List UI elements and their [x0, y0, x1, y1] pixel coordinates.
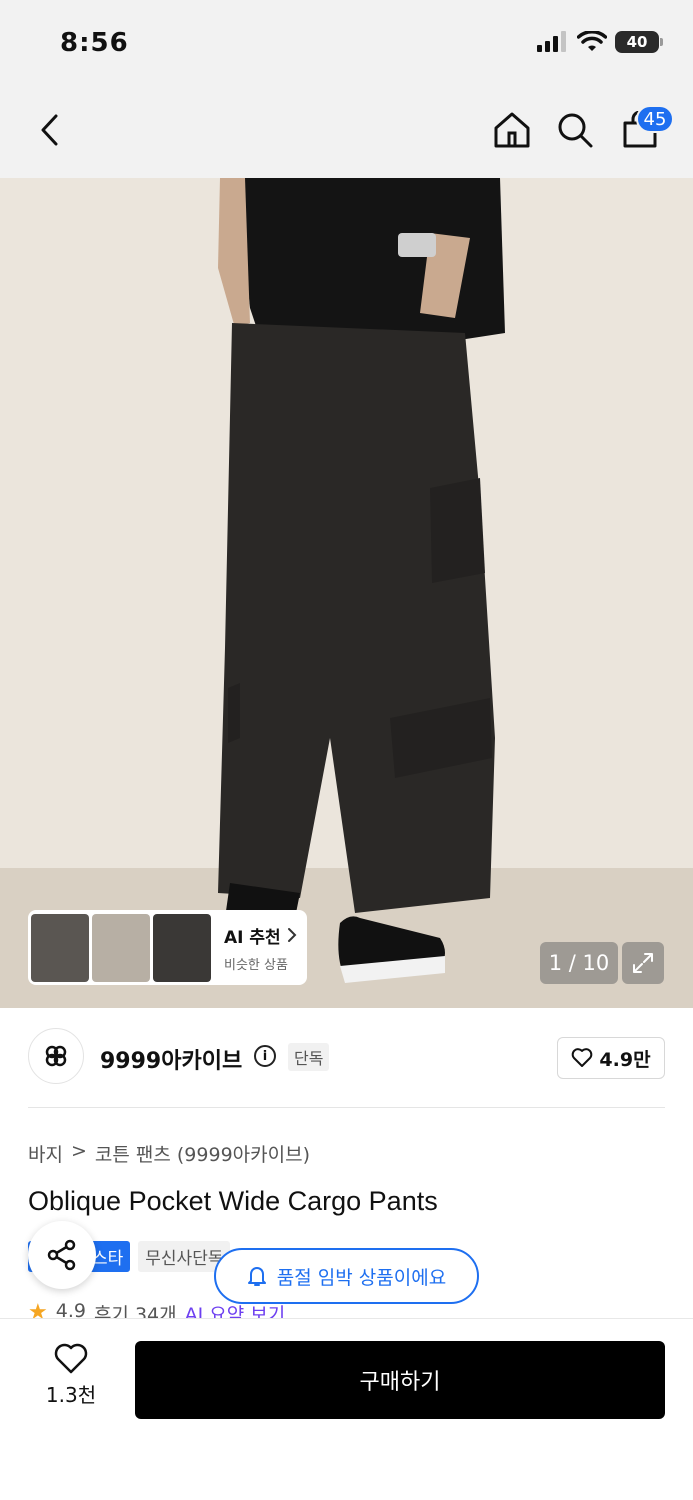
cart-count-badge: 45	[636, 105, 674, 133]
expand-icon	[633, 953, 653, 973]
wishlist-button[interactable]: 1.3천	[30, 1343, 112, 1413]
heart-icon	[54, 1343, 88, 1374]
battery-indicator: 40	[615, 31, 663, 53]
status-bar: 8:56 40	[0, 0, 693, 88]
chevron-right-icon	[287, 928, 297, 942]
wishlist-count: 1.3천	[45, 1383, 97, 1407]
chevron-left-icon	[41, 114, 58, 146]
similar-thumb-1[interactable]	[31, 913, 89, 982]
info-icon[interactable]: i	[254, 1045, 276, 1067]
product-image[interactable]	[0, 178, 693, 1008]
ai-recommendation-title: AI 추천	[224, 927, 281, 948]
divider	[28, 1107, 665, 1108]
ai-recommendation-card[interactable]: AI 추천 비슷한 상품	[28, 910, 307, 985]
status-icons: 40	[537, 31, 663, 53]
search-button[interactable]	[553, 108, 597, 152]
breadcrumb-category[interactable]: 바지	[28, 1140, 63, 1167]
breadcrumb-separator: >	[70, 1140, 87, 1162]
product-photo	[0, 178, 693, 1008]
expand-image-button[interactable]	[622, 942, 664, 984]
wifi-icon	[577, 31, 607, 51]
brand-like-count: 4.9만	[599, 1048, 651, 1071]
product-title: Oblique Pocket Wide Cargo Pants	[28, 1186, 438, 1216]
home-icon	[494, 112, 530, 148]
soldout-soon-text: 품절 임박 상품이에요	[276, 1266, 447, 1289]
brand-logo-icon	[45, 1045, 67, 1067]
similar-thumb-3[interactable]	[153, 913, 211, 982]
soldout-soon-toast[interactable]: 품절 임박 상품이에요	[214, 1248, 479, 1304]
ai-recommendation-subtitle: 비슷한 상품	[224, 957, 288, 973]
exclusive-tag: 단독	[288, 1043, 330, 1071]
buy-button[interactable]: 구매하기	[135, 1341, 665, 1419]
review-count[interactable]: 후기 34개	[94, 1300, 177, 1320]
breadcrumb-subcategory[interactable]: 코튼 팬츠 (9999아카이브)	[95, 1140, 310, 1167]
ai-recommendation-text: AI 추천 비슷한 상품	[224, 923, 297, 973]
search-icon	[558, 113, 593, 148]
image-page-counter: 1 / 10	[540, 942, 618, 984]
brand-row: 9999아카이브 i 단독 4.9만	[28, 1028, 665, 1086]
bottom-bar: 1.3천 구매하기	[0, 1318, 693, 1500]
home-button[interactable]	[490, 108, 534, 152]
bell-icon	[247, 1267, 266, 1286]
share-button[interactable]	[28, 1221, 96, 1289]
breadcrumb: 바지 > 코튼 팬츠 (9999아카이브)	[28, 1140, 310, 1167]
star-icon: ★	[28, 1300, 48, 1320]
brand-name[interactable]: 9999아카이브	[100, 1043, 242, 1075]
top-nav	[0, 88, 693, 178]
heart-icon	[572, 1048, 593, 1067]
signal-icon	[537, 31, 566, 52]
brand-logo[interactable]	[28, 1028, 84, 1084]
brand-like-button[interactable]: 4.9만	[557, 1037, 665, 1079]
similar-thumb-2[interactable]	[92, 913, 150, 982]
status-time: 8:56	[60, 28, 129, 58]
share-icon	[47, 1239, 76, 1271]
back-button[interactable]	[28, 108, 72, 152]
rating-value: 4.9	[55, 1300, 86, 1320]
